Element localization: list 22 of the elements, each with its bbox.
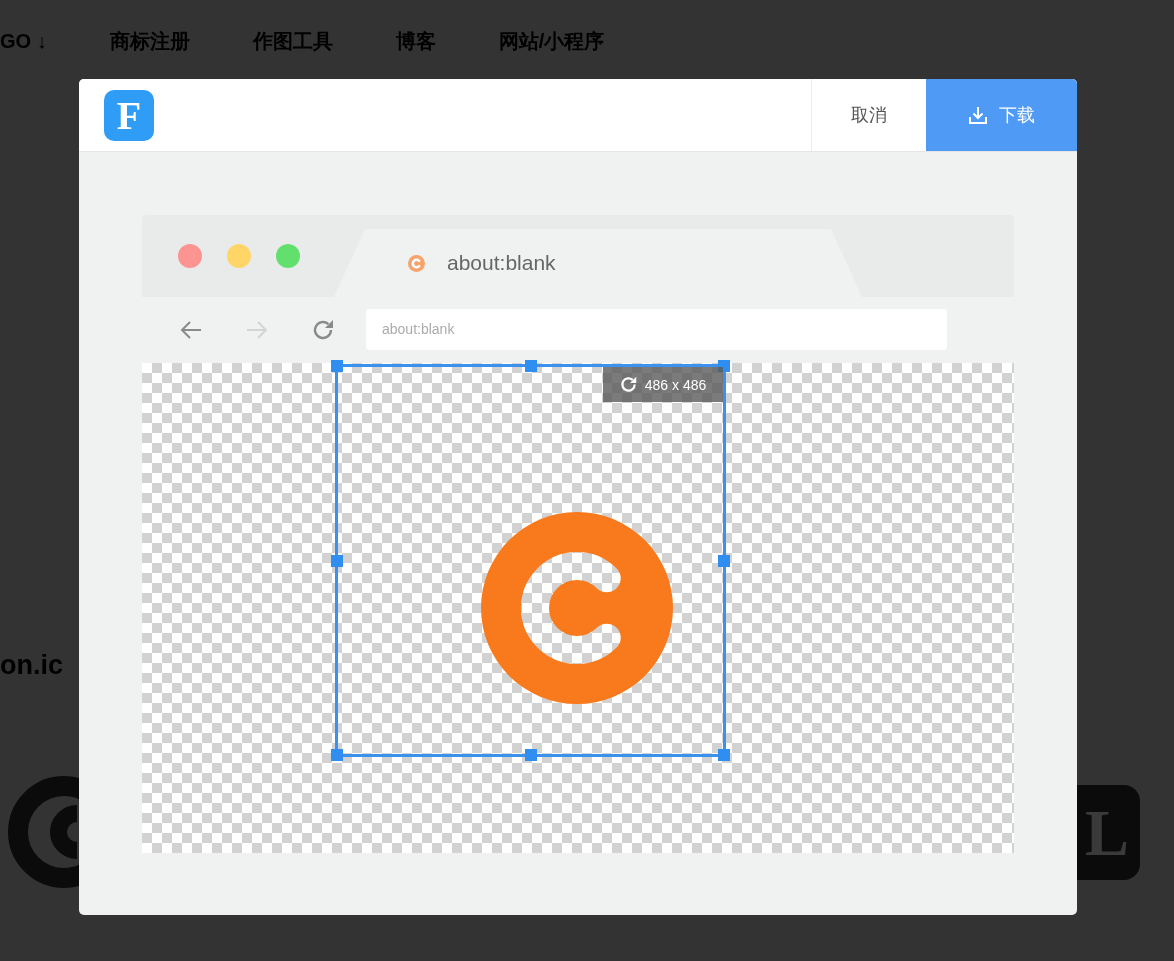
resize-handle[interactable] bbox=[718, 749, 730, 761]
ring-logo-icon bbox=[8, 776, 79, 888]
resize-handle[interactable] bbox=[331, 360, 343, 372]
resize-handle[interactable] bbox=[524, 360, 537, 372]
window-dot-icon bbox=[178, 244, 202, 268]
rotate-icon[interactable] bbox=[619, 376, 637, 393]
app-logo: F bbox=[104, 89, 154, 141]
circle-c-icon bbox=[481, 512, 673, 704]
resize-handle[interactable] bbox=[331, 749, 343, 761]
window-dot-icon bbox=[276, 244, 300, 268]
back-arrow-icon[interactable] bbox=[180, 319, 202, 341]
download-icon bbox=[968, 106, 987, 124]
size-label: 486 x 486 bbox=[644, 376, 707, 393]
resize-handle[interactable] bbox=[718, 554, 730, 567]
browser-tab[interactable]: about:blank bbox=[334, 229, 862, 297]
resize-handle[interactable] bbox=[524, 749, 537, 761]
circle-c-icon bbox=[408, 254, 425, 272]
window-dot-icon bbox=[227, 244, 251, 268]
resize-handle[interactable] bbox=[331, 554, 343, 567]
address-field[interactable]: about:blank bbox=[366, 309, 947, 350]
reload-icon[interactable] bbox=[312, 319, 334, 341]
download-button[interactable]: 下载 bbox=[926, 79, 1077, 151]
